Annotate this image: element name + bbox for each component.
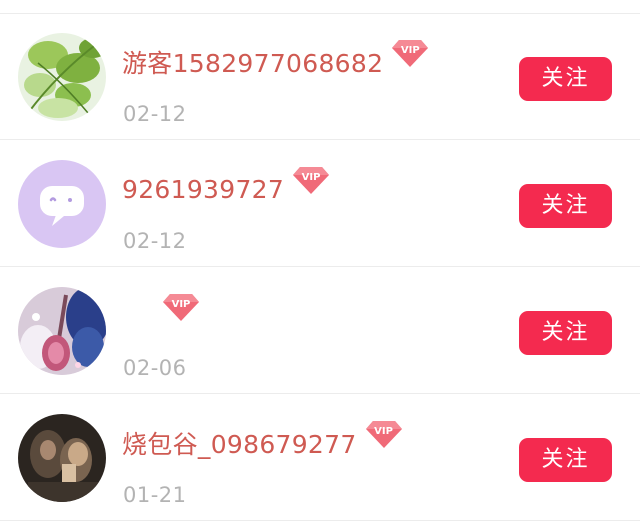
follower-list: 游客1582977068682 VIP 02-12 关注 9261939727 … [0, 0, 640, 526]
divider [0, 520, 640, 521]
user-name[interactable]: 烧包谷_098679277 [122, 425, 357, 461]
vip-label: VIP [171, 299, 191, 310]
user-name[interactable]: 9261939727 [122, 175, 284, 204]
name-line: VIP [122, 294, 200, 334]
follow-button[interactable]: 关注 [519, 57, 612, 101]
avatar[interactable] [18, 160, 106, 248]
list-item[interactable]: 烧包谷_098679277 VIP 01-21 关注 [0, 395, 640, 521]
follow-date: 01-21 [123, 483, 187, 507]
vip-badge-icon: VIP [162, 292, 200, 322]
vip-badge-icon: VIP [365, 419, 403, 449]
divider [0, 266, 640, 267]
avatar[interactable] [18, 287, 106, 375]
follow-button[interactable]: 关注 [519, 311, 612, 355]
list-item[interactable]: 游客1582977068682 VIP 02-12 关注 [0, 14, 640, 140]
vip-label: VIP [400, 45, 420, 56]
follow-button[interactable]: 关注 [519, 184, 612, 228]
user-name[interactable]: 游客1582977068682 [122, 44, 383, 80]
follow-date: 02-12 [123, 229, 187, 253]
vip-badge-icon: VIP [391, 38, 429, 68]
name-line: 9261939727 VIP [122, 167, 330, 207]
list-item[interactable]: VIP 02-06 关注 [0, 268, 640, 394]
name-line: 烧包谷_098679277 VIP [122, 421, 403, 461]
vip-label: VIP [374, 426, 393, 437]
vip-label: VIP [301, 172, 321, 183]
vip-badge-icon: VIP [292, 165, 330, 195]
divider [0, 139, 640, 140]
follow-date: 02-06 [123, 356, 187, 380]
avatar[interactable] [18, 414, 106, 502]
name-line: 游客1582977068682 VIP [122, 40, 429, 80]
follow-button[interactable]: 关注 [519, 438, 612, 482]
follow-date: 02-12 [123, 102, 187, 126]
list-item[interactable]: 9261939727 VIP 02-12 关注 [0, 141, 640, 267]
divider [0, 393, 640, 394]
avatar[interactable] [18, 33, 106, 121]
